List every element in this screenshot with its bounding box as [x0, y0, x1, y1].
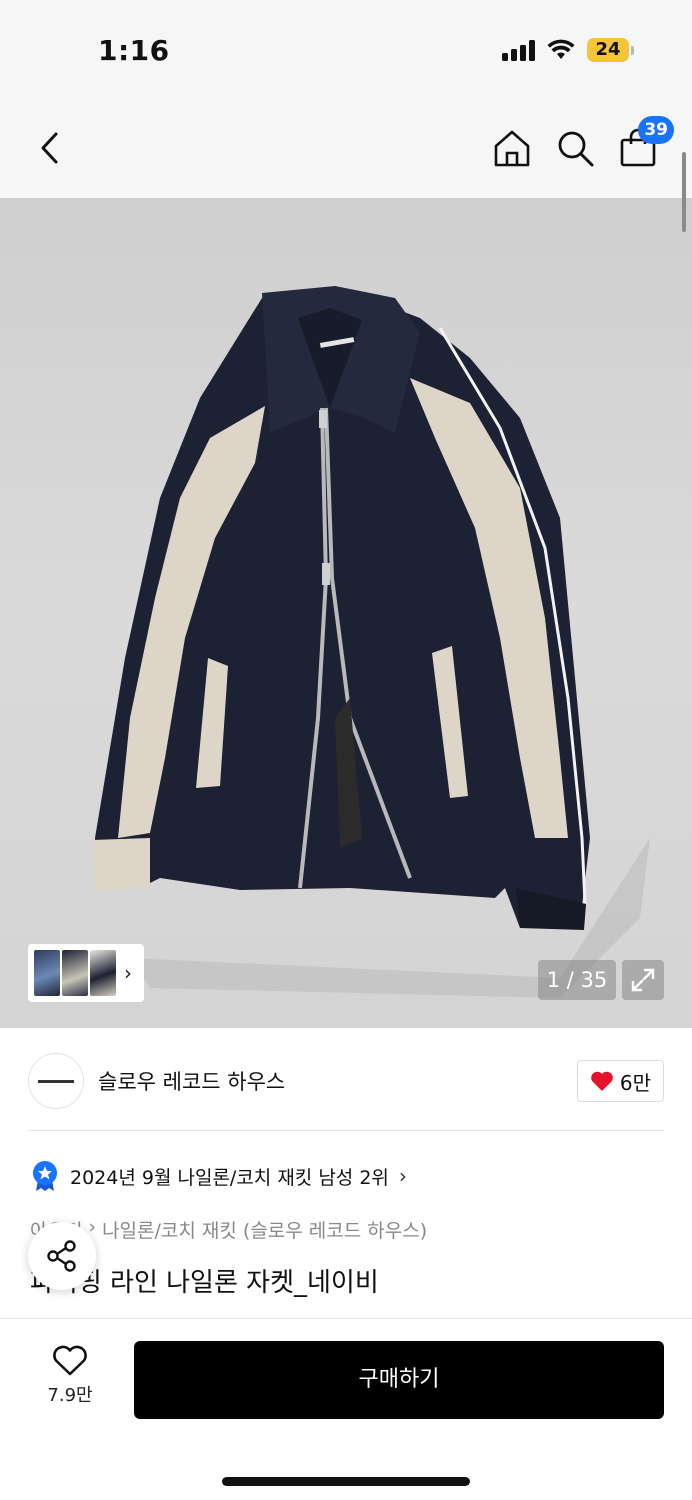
brand-like-button[interactable]: 6만 [576, 1060, 664, 1102]
battery-icon: 24 [587, 38, 634, 62]
heart-outline-icon [53, 1345, 87, 1376]
back-button[interactable] [26, 124, 74, 172]
scrollbar-thumb[interactable] [682, 152, 686, 232]
search-button[interactable] [551, 124, 599, 172]
product-image-gallery[interactable]: › 1 / 35 [0, 198, 692, 1028]
divider [28, 1130, 664, 1131]
thumbnail-image[interactable] [34, 950, 60, 996]
wishlist-button[interactable]: 7.9만 [34, 1345, 106, 1415]
status-bar: 1:16 24 [0, 0, 692, 100]
brand-name[interactable]: 슬로우 레코드 하우스 [98, 1066, 285, 1096]
cart-count-badge: 39 [638, 116, 674, 144]
breadcrumb-category[interactable]: 나일론/코치 재킷 (슬로우 레코드 하우스) [102, 1216, 427, 1243]
nav-header: 39 [0, 100, 692, 198]
rank-star-badge-icon [33, 1161, 57, 1191]
thumbnail-image[interactable] [62, 950, 88, 996]
thumbnail-image[interactable] [90, 950, 116, 996]
home-indicator [222, 1477, 470, 1486]
battery-level: 24 [587, 38, 629, 62]
cart-button[interactable]: 39 [614, 116, 674, 172]
wifi-icon [547, 39, 575, 59]
home-icon [494, 130, 530, 167]
back-arrow-icon [41, 132, 58, 164]
home-button[interactable] [488, 124, 536, 172]
expand-icon [631, 968, 655, 992]
bottom-action-bar: 7.9만 구매하기 [0, 1318, 692, 1500]
buy-button[interactable]: 구매하기 [134, 1341, 664, 1419]
product-image[interactable] [0, 198, 692, 1028]
brand-row: 슬로우 레코드 하우스 6만 [28, 1052, 664, 1110]
share-icon [47, 1240, 76, 1272]
thumbnail-strip[interactable]: › [28, 944, 144, 1002]
search-icon [558, 131, 594, 167]
wishlist-count: 7.9만 [47, 1385, 93, 1406]
status-icons: 24 [502, 38, 634, 62]
signal-icon [502, 39, 535, 61]
brand-like-count: 6만 [619, 1070, 651, 1095]
image-page-counter: 1 / 35 [538, 960, 616, 1000]
ranking-text: 2024년 9월 나일론/코치 재킷 남성 2위 [70, 1166, 389, 1189]
brand-logo[interactable] [28, 1053, 84, 1109]
status-time: 1:16 [98, 34, 170, 67]
chevron-right-icon: › [398, 1164, 407, 1188]
ranking-link[interactable]: 2024년 9월 나일론/코치 재킷 남성 2위 › [30, 1160, 407, 1192]
chevron-right-icon: › [124, 961, 132, 985]
heart-filled-icon [591, 1071, 613, 1091]
expand-button[interactable] [622, 960, 664, 1000]
share-button[interactable] [28, 1222, 96, 1290]
